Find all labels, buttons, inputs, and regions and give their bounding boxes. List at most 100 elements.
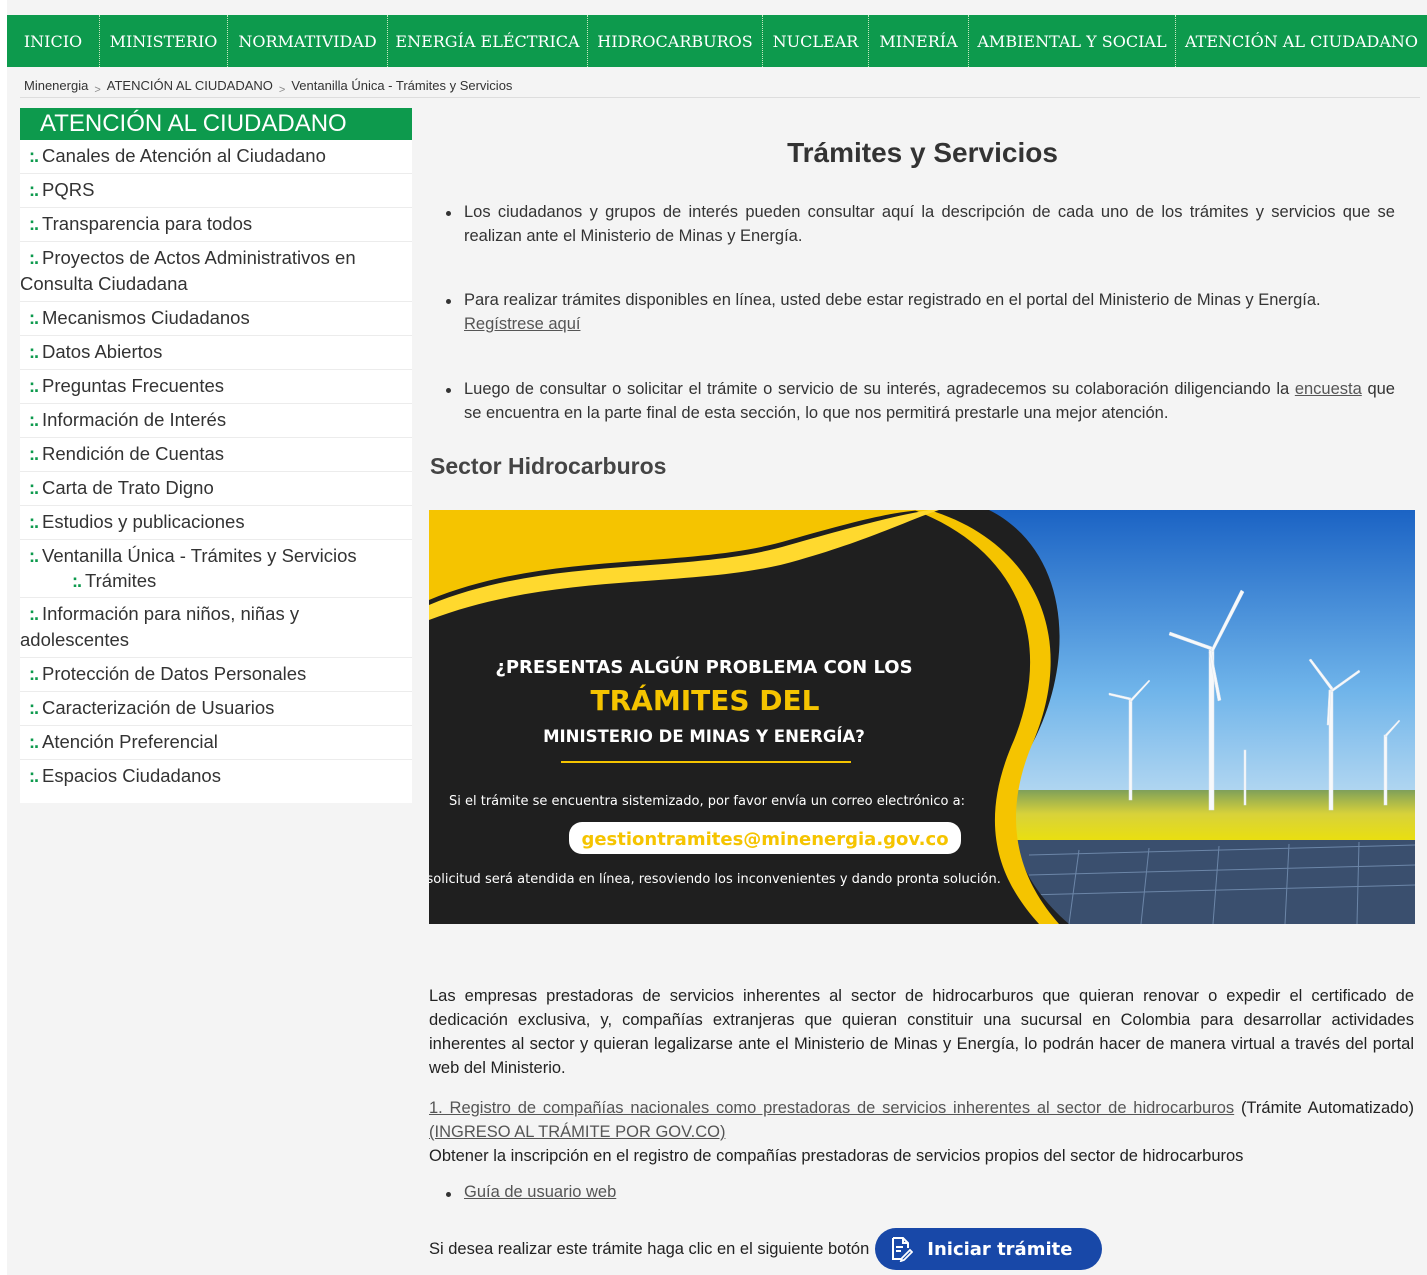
banner-line-5: La solicitud será atendida en línea, res… <box>429 872 1001 887</box>
nav-item-ministerio[interactable]: MINISTERIO <box>100 15 228 67</box>
nav-item-ambiental-social[interactable]: AMBIENTAL Y SOCIAL <box>969 15 1176 67</box>
sidebar-item-pqrs[interactable]: :. PQRS <box>20 174 412 208</box>
breadcrumb-divider <box>20 97 1420 98</box>
nav-item-hidrocarburos[interactable]: HIDROCARBUROS <box>588 15 763 67</box>
sidebar-item-label: Preguntas Frecuentes <box>42 375 225 396</box>
nav-item-inicio[interactable]: INICIO <box>7 15 100 67</box>
bullet-icon: :. <box>29 410 39 430</box>
sidebar-item-label: Datos Abiertos <box>42 341 163 362</box>
sidebar-item-label: Espacios Ciudadanos <box>42 765 221 786</box>
sidebar-item-atencion-preferencial[interactable]: :. Atención Preferencial <box>20 726 412 760</box>
bullet-icon: :. <box>29 146 39 166</box>
bullet-icon: :. <box>29 214 39 234</box>
nav-item-atencion-ciudadano[interactable]: ATENCIÓN AL CIUDADANO <box>1176 15 1427 67</box>
start-row: Si desea realizar este trámite haga clic… <box>429 1228 1103 1270</box>
bullet-icon: :. <box>29 732 39 752</box>
bullet-icon: :. <box>72 571 82 591</box>
sidebar-item-ninos[interactable]: :. Información para niños, niñas y adoles… <box>20 598 412 658</box>
sidebar-item-label: Información para niños, niñas y adolesce… <box>20 603 300 650</box>
sidebar-item-label: Canales de Atención al Ciudadano <box>42 145 326 166</box>
bullet-icon: :. <box>29 604 39 624</box>
sidebar-item-label: Carta de Trato Digno <box>42 477 214 498</box>
sidebar-item-canales[interactable]: :. Canales de Atención al Ciudadano <box>20 140 412 174</box>
start-tramite-button[interactable]: Iniciar trámite <box>875 1228 1103 1270</box>
sidebar-heading: ATENCIÓN AL CIUDADANO <box>20 108 412 140</box>
sidebar-item-proyectos[interactable]: :. Proyectos de Actos Administrativos en … <box>20 242 412 302</box>
start-instruction: Si desea realizar este trámite haga clic… <box>429 1239 870 1258</box>
bullet-icon: :. <box>29 478 39 498</box>
tramite-description: Obtener la inscripción en el registro de… <box>429 1147 1244 1165</box>
sidebar-item-espacios[interactable]: :. Espacios Ciudadanos <box>20 760 412 793</box>
nav-item-nuclear[interactable]: NUCLEAR <box>763 15 869 67</box>
tramite-note: (Trámite Automatizado) <box>1240 1099 1414 1117</box>
breadcrumb: Minenergia > ATENCIÓN AL CIUDADANO > Ventani… <box>24 78 513 96</box>
sidebar-item-informacion-interes[interactable]: :. Información de Interés <box>20 404 412 438</box>
sidebar-item-transparencia[interactable]: :. Transparencia para todos <box>20 208 412 242</box>
sidebar-item-caracterizacion[interactable]: :. Caracterización de Usuarios <box>20 692 412 726</box>
bullet-icon: :. <box>29 512 39 532</box>
banner-artwork: ¿PRESENTAS ALGÚN PROBLEMA CON LOS TRÁMIT… <box>429 510 1415 924</box>
bullet-icon: :. <box>29 546 39 566</box>
breadcrumb-home[interactable]: Minenergia <box>24 78 88 93</box>
breadcrumb-current: Ventanilla Única - Trámites y Servicios <box>291 78 513 93</box>
banner-line-3: MINISTERIO DE MINAS Y ENERGÍA? <box>543 727 865 746</box>
sidebar-item-label: Transparencia para todos <box>42 213 253 234</box>
nav-item-mineria[interactable]: MINERÍA <box>869 15 969 67</box>
nav-item-energia-electrica[interactable]: ENERGÍA ELÉCTRICA <box>388 15 588 67</box>
guide-item: Guía de usuario web <box>440 1183 616 1202</box>
bullet-icon: :. <box>29 180 39 200</box>
bullet-icon: :. <box>29 308 39 328</box>
breadcrumb-section[interactable]: ATENCIÓN AL CIUDADANO <box>107 78 273 93</box>
intro-text: Los ciudadanos y grupos de interés puede… <box>464 203 1395 245</box>
intro-item: Los ciudadanos y grupos de interés puede… <box>440 200 1395 248</box>
sidebar-item-proteccion-datos[interactable]: :. Protección de Datos Personales <box>20 658 412 692</box>
intro-item: Para realizar trámites disponibles en lí… <box>440 288 1395 336</box>
breadcrumb-separator: > <box>94 84 101 96</box>
register-link[interactable]: Regístrese aquí <box>464 315 580 333</box>
breadcrumb-separator: > <box>278 84 286 96</box>
tramite-item: 1. Registro de compañías nacionales como… <box>429 1096 1414 1168</box>
sidebar-subitem-label: Trámites <box>85 570 157 591</box>
bullet-icon: :. <box>29 444 39 464</box>
sidebar-item-mecanismos[interactable]: :. Mecanismos Ciudadanos <box>20 302 412 336</box>
nav-item-normatividad[interactable]: NORMATIVIDAD <box>228 15 388 67</box>
banner-line-2: TRÁMITES DEL <box>591 683 820 717</box>
document-edit-icon <box>892 1237 914 1262</box>
user-guide-link[interactable]: Guía de usuario web <box>464 1183 616 1201</box>
bullet-icon: :. <box>29 698 39 718</box>
intro-text: Para realizar trámites disponibles en lí… <box>464 291 1321 309</box>
sidebar-item-ventanilla[interactable]: :. Ventanilla Única - Trámites y Servicio… <box>20 540 412 598</box>
banner-line-1: ¿PRESENTAS ALGÚN PROBLEMA CON LOS <box>495 656 912 678</box>
banner-line-4: Si el trámite se encuentra sistemizado, … <box>449 794 965 809</box>
intro-text: Luego de consultar o solicitar el trámit… <box>464 380 1290 398</box>
sidebar-item-label: Información de Interés <box>42 409 227 430</box>
sidebar-subitem-tramites[interactable]: :. Trámites <box>20 569 408 593</box>
sidebar-item-label: PQRS <box>42 179 95 200</box>
bullet-icon: :. <box>29 342 39 362</box>
banner-email: gestiontramites@minenergia.gov.co <box>581 829 948 850</box>
guide-list: Guía de usuario web <box>440 1183 616 1202</box>
bullet-icon: :. <box>29 766 39 786</box>
tramite-registro-link[interactable]: 1. Registro de compañías nacionales como… <box>429 1099 1234 1117</box>
sidebar-item-carta-trato[interactable]: :. Carta de Trato Digno <box>20 472 412 506</box>
govco-link[interactable]: (INGRESO AL TRÁMITE POR GOV.CO) <box>429 1123 725 1141</box>
sidebar-item-label: Atención Preferencial <box>42 731 218 752</box>
sidebar: ATENCIÓN AL CIUDADANO :. Canales de Atenc… <box>20 108 412 803</box>
sidebar-item-label: Caracterización de Usuarios <box>42 697 275 718</box>
sidebar-item-label: Ventanilla Única - Trámites y Servicios <box>42 545 357 566</box>
sidebar-item-datos-abiertos[interactable]: :. Datos Abiertos <box>20 336 412 370</box>
main-nav: INICIO MINISTERIO NORMATIVIDAD ENERGÍA E… <box>7 15 1427 67</box>
bullet-icon: :. <box>29 664 39 684</box>
sector-description: Las empresas prestadoras de servicios in… <box>429 987 1414 1077</box>
intro-list: Los ciudadanos y grupos de interés puede… <box>440 200 1395 425</box>
sidebar-item-label: Estudios y publicaciones <box>42 511 245 532</box>
sidebar-item-estudios[interactable]: :. Estudios y publicaciones <box>20 506 412 540</box>
sidebar-item-rendicion[interactable]: :. Rendición de Cuentas <box>20 438 412 472</box>
sidebar-item-preguntas[interactable]: :. Preguntas Frecuentes <box>20 370 412 404</box>
sidebar-item-label: Rendición de Cuentas <box>42 443 225 464</box>
start-button-label: Iniciar trámite <box>927 1238 1073 1260</box>
survey-link[interactable]: encuesta <box>1295 380 1362 398</box>
tramites-banner-image: ¿PRESENTAS ALGÚN PROBLEMA CON LOS TRÁMIT… <box>429 510 1415 924</box>
intro-item: Luego de consultar o solicitar el trámit… <box>440 377 1395 425</box>
bullet-icon: :. <box>29 248 39 268</box>
